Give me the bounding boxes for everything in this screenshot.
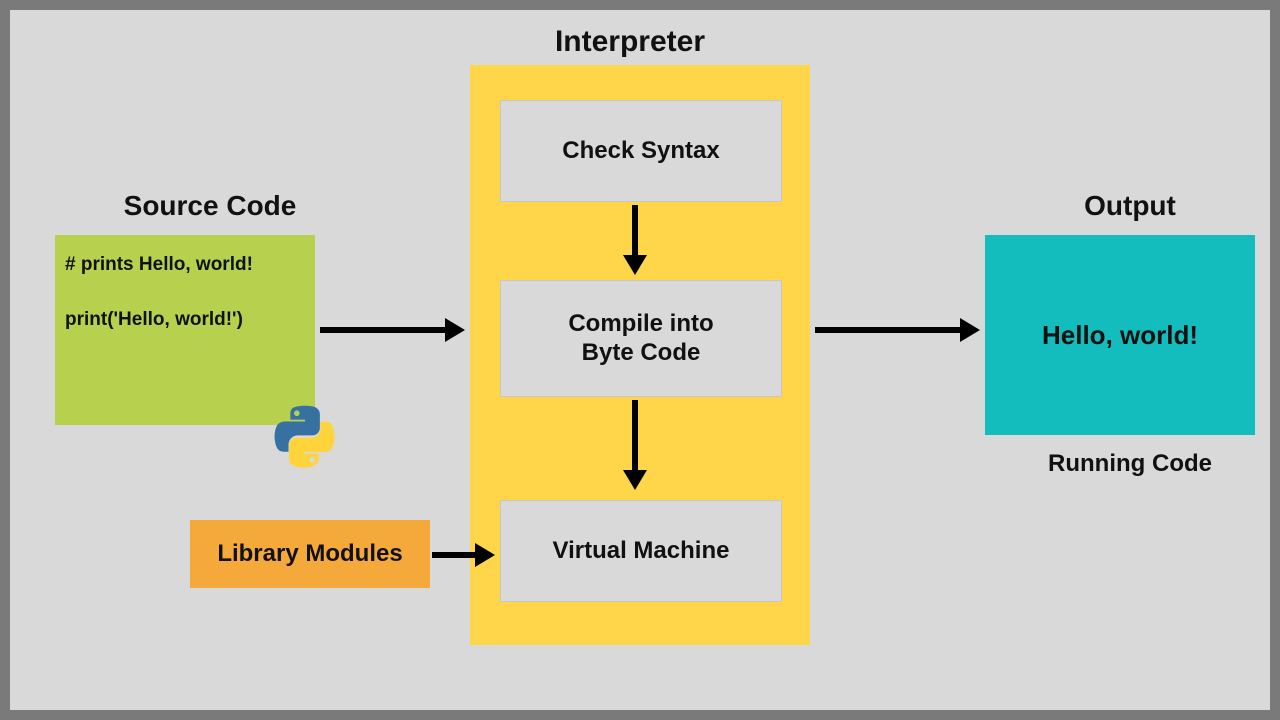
source-code-box: # prints Hello, world! print('Hello, wor… (55, 235, 315, 425)
arrow-syntax-to-compile (615, 200, 655, 280)
arrow-interpreter-to-output (810, 310, 985, 350)
library-modules-label: Library Modules (217, 540, 402, 568)
stage-virtual-machine: Virtual Machine (500, 500, 782, 602)
stage-compile-bytecode: Compile into Byte Code (500, 280, 782, 397)
stage-compile-line-1: Compile into (568, 310, 713, 339)
source-code-title: Source Code (90, 190, 330, 222)
stage-compile-line-2: Byte Code (568, 339, 713, 368)
arrow-library-to-vm (430, 535, 500, 575)
output-box: Hello, world! (985, 235, 1255, 435)
arrow-compile-to-vm (615, 395, 655, 495)
interpreter-title: Interpreter (480, 25, 780, 59)
stage-virtual-machine-label: Virtual Machine (553, 537, 730, 566)
source-code-line-2: print('Hello, world!') (65, 308, 305, 333)
output-caption: Running Code (1010, 450, 1250, 478)
stage-check-syntax-label: Check Syntax (562, 137, 719, 166)
output-text: Hello, world! (1042, 320, 1198, 351)
source-code-line-1: # prints Hello, world! (65, 253, 305, 278)
output-title: Output (1010, 190, 1250, 222)
arrow-source-to-interpreter (315, 310, 470, 350)
library-modules-box: Library Modules (190, 520, 430, 588)
diagram-frame: Source Code # prints Hello, world! print… (0, 0, 1280, 720)
stage-check-syntax: Check Syntax (500, 100, 782, 202)
python-logo-icon (270, 405, 340, 475)
